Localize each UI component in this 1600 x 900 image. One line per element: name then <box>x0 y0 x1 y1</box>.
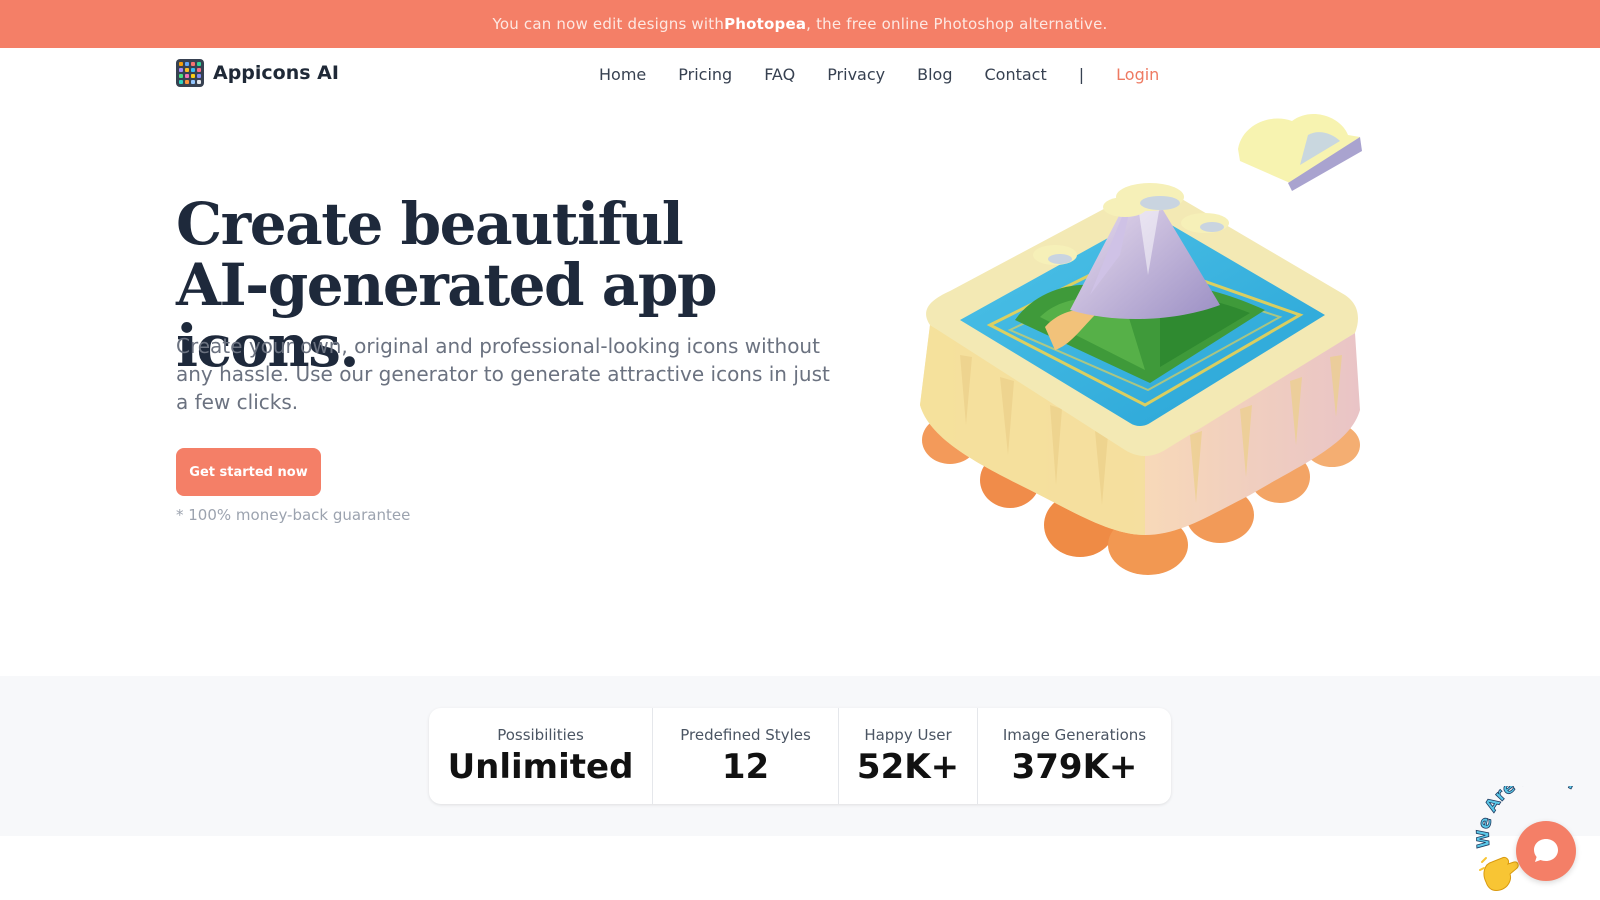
stat-image-generations: Image Generations 379K+ <box>977 708 1171 804</box>
stat-value: Unlimited <box>447 747 634 787</box>
cloud-shape <box>1238 113 1362 191</box>
stat-possibilities: Possibilities Unlimited <box>429 708 652 804</box>
app-grid-icon <box>176 59 204 87</box>
nav-item-blog[interactable]: Blog <box>917 65 952 84</box>
nav-item-contact[interactable]: Contact <box>985 65 1047 84</box>
stats-card: Possibilities Unlimited Predefined Style… <box>429 708 1171 804</box>
stat-label: Possibilities <box>497 726 584 744</box>
hero-title-line-1: Create beautiful <box>176 190 684 258</box>
stat-value: 52K+ <box>856 747 960 787</box>
nav-item-pricing[interactable]: Pricing <box>678 65 732 84</box>
login-link[interactable]: Login <box>1116 65 1159 84</box>
photopea-link[interactable]: Photopea <box>724 15 806 33</box>
stat-label: Happy User <box>864 726 952 744</box>
stat-label: Image Generations <box>1002 726 1147 744</box>
stat-predefined-styles: Predefined Styles 12 <box>652 708 838 804</box>
brand-name: Appicons AI <box>213 62 339 84</box>
chat-widget[interactable]: We Are Here! <box>1474 786 1600 900</box>
get-started-button[interactable]: Get started now <box>176 448 321 496</box>
navbar: Appicons AI Home Pricing FAQ Privacy Blo… <box>0 48 1600 100</box>
announcement-banner: You can now edit designs with Photopea, … <box>0 0 1600 48</box>
waving-hand-icon <box>1479 857 1519 891</box>
stats-section: Possibilities Unlimited Predefined Style… <box>0 676 1600 836</box>
hero-subtitle: Create your own, original and profession… <box>176 334 830 414</box>
nav-item-privacy[interactable]: Privacy <box>827 65 885 84</box>
guarantee-note: * 100% money-back guarantee <box>176 506 411 524</box>
main-nav: Home Pricing FAQ Privacy Blog Contact | … <box>599 48 1159 100</box>
chat-open-button[interactable] <box>1516 821 1576 881</box>
brand-logo[interactable]: Appicons AI <box>176 59 339 87</box>
banner-suffix: , the free online Photoshop alternative. <box>806 15 1108 33</box>
nav-separator: | <box>1078 64 1085 84</box>
stat-value: 379K+ <box>1011 747 1138 787</box>
nav-item-faq[interactable]: FAQ <box>764 65 795 84</box>
stat-value: 12 <box>721 747 770 787</box>
banner-prefix: You can now edit designs with <box>492 15 725 33</box>
chat-bubble-icon <box>1534 839 1558 862</box>
stat-happy-user: Happy User 52K+ <box>838 708 977 804</box>
nav-item-home[interactable]: Home <box>599 65 646 84</box>
floating-island-illustration <box>920 113 1362 575</box>
stat-label: Predefined Styles <box>680 726 811 744</box>
